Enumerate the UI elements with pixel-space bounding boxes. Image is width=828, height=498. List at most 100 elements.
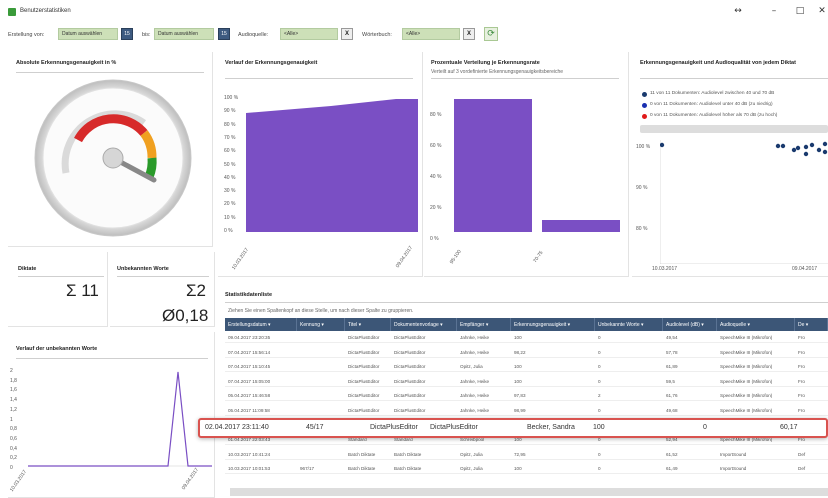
woerterbuch-label: Wörterbuch: — [362, 32, 392, 38]
table-cell: DictaPlusEditor — [348, 408, 380, 413]
audio-point — [822, 149, 828, 155]
table-row[interactable]: 05.04.2017 15:46:58 DictaPlusEditor DictaP… — [225, 390, 828, 402]
grid-hscrollbar[interactable] — [230, 488, 828, 496]
verlauf-ytick: 80 % — [224, 121, 236, 128]
refresh-icon[interactable]: ⟳ — [484, 27, 498, 41]
table-row[interactable]: 10.03.2017 10:41:24 Batch Diktate Batch Di… — [225, 449, 828, 460]
audio-point — [795, 145, 801, 151]
uv-ytick: 0,2 — [10, 455, 17, 462]
title-bar — [0, 0, 828, 22]
legend-dot-icon — [642, 103, 647, 108]
column-header[interactable]: Unbekannte Worte ▾ — [595, 318, 663, 331]
table-row[interactable]: 07.04.2017 15:10:45 DictaPlusEditor DictaP… — [225, 361, 828, 373]
table-row[interactable]: 09.04.2017 23:20:35 DictaPlusEditor DictaP… — [225, 332, 828, 343]
table-cell: 72,95 — [514, 451, 526, 457]
table-cell: 07.04.2017 15:10:45 — [228, 364, 271, 370]
resize-icon[interactable]: ↔ — [728, 4, 748, 18]
verlauf-ytick: 10 % — [224, 214, 236, 221]
column-header[interactable]: Erkennungsgenauigkeit ▾ — [511, 318, 595, 331]
highlighted-cell: 45/17 — [306, 424, 324, 431]
table-cell: 0 — [598, 349, 601, 355]
legend-entry: 0 von 11 Dokumenten: Audiolevel höher al… — [650, 113, 778, 118]
table-cell: 0 — [598, 451, 601, 457]
column-header[interactable]: De ▾ — [795, 318, 828, 331]
uv-ytick: 0,6 — [10, 435, 17, 442]
highlighted-cell: 100 — [593, 424, 605, 431]
table-cell: 97,83 — [514, 393, 526, 399]
table-cell: Def — [798, 466, 806, 472]
group-hint: Ziehen Sie einen Spaltenkopf an diese St… — [228, 308, 414, 314]
audioquelle-select[interactable]: <Alle> — [280, 28, 338, 40]
table-cell: 61,76 — [666, 393, 678, 399]
legend-scrollbar[interactable] — [640, 125, 828, 133]
table-cell: 05.04.2017 11:09:58 — [228, 408, 270, 413]
calendar-to-icon[interactable]: 15 — [218, 28, 230, 40]
verlauf-ytick: 30 % — [224, 188, 236, 195]
minimize-button[interactable]: – — [764, 4, 784, 18]
verteilung-subtitle: Verteilt auf 3 vordefinierte Erkennungsg… — [431, 69, 564, 75]
verteilung-title: Prozentuale Verteilung je Erkennungsrate — [431, 60, 540, 66]
uv-line — [28, 371, 212, 467]
gauge-title: Absolute Erkennungsgenauigkeit in % — [16, 60, 117, 66]
audio-point — [803, 151, 809, 157]
gauge-chart — [34, 79, 192, 237]
maximize-button[interactable]: □ — [790, 4, 810, 18]
window-title: Benutzerstatistiken — [20, 8, 71, 14]
table-cell: Jahnke, Heike — [460, 393, 490, 399]
audio-ytick: 100 % — [636, 144, 651, 150]
column-header[interactable]: Audioquelle ▾ — [717, 318, 795, 331]
audioquelle-clear-button[interactable]: X — [341, 28, 353, 40]
audio-point — [822, 141, 828, 147]
diktate-value: Σ 11 — [66, 281, 99, 300]
table-row[interactable]: 07.04.2017 15:05:00 DictaPlusEditor DictaP… — [225, 376, 828, 387]
audio-point — [816, 147, 822, 153]
audio-points — [660, 141, 828, 157]
table-cell: 0 — [598, 378, 601, 384]
verlauf-chart — [246, 99, 418, 232]
table-row[interactable]: 05.04.2017 11:09:58 DictaPlusEditor DictaP… — [225, 405, 828, 416]
verlauf-ytick: 60 % — [224, 148, 236, 155]
column-header[interactable]: Kennung ▾ — [297, 318, 345, 331]
table-cell: Jahnke, Heike — [460, 408, 490, 413]
table-cell: Opitz, Julia — [460, 364, 483, 370]
highlighted-row[interactable] — [198, 418, 828, 438]
table-cell: DictaPlusEditor — [394, 408, 426, 413]
table-cell: 98,99 — [514, 408, 526, 413]
date-from-field[interactable]: Datum auswählen — [58, 28, 118, 40]
audio-point — [660, 142, 665, 148]
audio-ytick: 80 % — [636, 226, 648, 232]
audio-chart — [660, 140, 828, 264]
calendar-from-icon[interactable]: 15 — [121, 28, 133, 40]
table-cell: 61,52 — [666, 451, 678, 457]
close-button[interactable]: ✕ — [812, 4, 828, 18]
woerterbuch-clear-button[interactable]: X — [463, 28, 475, 40]
uv-ytick: 1,6 — [10, 387, 17, 394]
verteilung-ytick: 40 % — [430, 174, 442, 180]
verteilung-chart — [454, 99, 620, 232]
column-header[interactable]: Empfänger ▾ — [457, 318, 511, 331]
table-row[interactable]: 10.03.2017 10:01:53 967/17 Batch Diktate Ba… — [225, 463, 828, 475]
table-cell: DictaPlusEditor — [394, 378, 426, 384]
highlighted-cell: DictaPlusEditor — [430, 424, 478, 431]
verteilung-ytick: 20 % — [430, 205, 442, 211]
table-cell: SpeechMike III (Mikrofon) — [720, 349, 773, 355]
table-cell: 07.04.2017 15:05:00 — [228, 378, 271, 384]
uv-ytick: 0 — [10, 465, 13, 471]
table-cell: DictaPlusEditor — [348, 378, 380, 384]
table-cell: Def — [798, 451, 806, 457]
gauge-band-green — [144, 157, 157, 179]
table-cell: Jahnke, Heike — [460, 349, 490, 355]
erstellung-label: Erstellung von: — [8, 32, 45, 38]
audio-point — [803, 144, 809, 150]
table-cell: ImportSound — [720, 466, 747, 472]
column-header[interactable]: Audiolevel (dB) ▾ — [663, 318, 717, 331]
date-to-field[interactable]: Datum auswählen — [154, 28, 214, 40]
column-header[interactable]: Erstellungsdatum ▾ — [225, 318, 297, 331]
legend-entry: 11 von 11 Dokumenten: Audiolevel zwische… — [650, 91, 775, 96]
table-cell: DictaPlusEditor — [394, 349, 426, 355]
column-header[interactable]: Titel ▾ — [345, 318, 391, 331]
table-row[interactable]: 07.04.2017 15:56:14 DictaPlusEditor DictaP… — [225, 347, 828, 358]
woerterbuch-select[interactable]: <Alle> — [402, 28, 460, 40]
table-cell: Batch Diktate — [394, 451, 422, 457]
column-header[interactable]: Dokumentenvorlage ▾ — [391, 318, 457, 331]
